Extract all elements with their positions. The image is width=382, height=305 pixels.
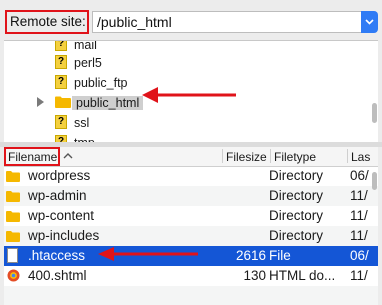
file-last-modified: 06/ [350, 248, 369, 263]
file-name: wp-content [28, 208, 95, 223]
file-last-modified: 11/ [350, 208, 368, 223]
globe-icon [7, 269, 20, 282]
file-size: 130 [243, 268, 266, 283]
column-header-filesize[interactable]: Filesize [226, 150, 267, 164]
file-row-wp-includes[interactable]: wp-includes Directory 11/ [4, 226, 378, 246]
unknown-folder-icon: ? [55, 55, 67, 69]
tree-item-label: perl5 [74, 56, 102, 70]
remote-site-path-input[interactable]: /public_html [92, 11, 362, 33]
file-type: Directory [269, 208, 324, 223]
file-list-header: Filename Filesize Filetype Las [4, 147, 378, 167]
tree-item-label: ssl [74, 116, 90, 130]
file-row-400-shtml[interactable]: 400.shtml 130 HTML do... 11/ [4, 266, 378, 286]
unknown-folder-icon: ? [55, 41, 67, 51]
sort-ascending-icon[interactable] [63, 153, 73, 159]
file-name: wordpress [28, 168, 91, 183]
file-icon [7, 248, 18, 263]
file-type: Directory [269, 188, 324, 203]
file-last-modified: 11/ [350, 268, 368, 283]
file-row-wp-content[interactable]: wp-content Directory 11/ [4, 206, 378, 226]
tree-item-ssl[interactable]: ? ssl [4, 113, 364, 133]
remote-directory-tree[interactable]: ? mail ? perl5 ? public_ftp public_html … [4, 40, 378, 143]
folder-icon [55, 96, 71, 108]
column-separator[interactable] [270, 149, 271, 163]
file-last-modified: 11/ [350, 188, 368, 203]
folder-icon [6, 171, 20, 182]
file-name: wp-admin [28, 188, 87, 203]
tree-item-public-html[interactable]: public_html [4, 93, 364, 113]
tree-item-public-ftp[interactable]: ? public_ftp [4, 73, 364, 93]
file-type: Directory [269, 168, 324, 183]
file-type: HTML do... [269, 268, 336, 283]
file-list-scrollbar[interactable] [372, 172, 377, 190]
column-separator[interactable] [347, 149, 348, 163]
file-name: wp-includes [28, 228, 100, 243]
remote-site-label: Remote site: [10, 14, 86, 29]
folder-icon [6, 211, 20, 222]
file-size: 2616 [235, 248, 266, 263]
chevron-down-icon [365, 19, 374, 25]
filename-header-highlight [4, 147, 60, 166]
file-last-modified: 11/ [350, 228, 368, 243]
column-separator[interactable] [222, 149, 223, 163]
unknown-folder-icon: ? [55, 75, 67, 89]
unknown-folder-icon: ? [55, 115, 67, 129]
file-type: Directory [269, 228, 324, 243]
file-name: 400.shtml [28, 268, 87, 283]
file-row-wordpress[interactable]: wordpress Directory 06/ [4, 166, 378, 186]
folder-icon [6, 191, 20, 202]
tree-item-label: mail [74, 40, 97, 52]
file-type: File [269, 248, 291, 263]
column-header-filetype[interactable]: Filetype [274, 150, 316, 164]
file-name: .htaccess [28, 248, 86, 263]
tree-item-perl5[interactable]: ? perl5 [4, 53, 364, 73]
folder-icon [6, 231, 20, 242]
remote-file-list[interactable]: Filename Filesize Filetype Las wordpress… [4, 147, 378, 305]
tree-scrollbar[interactable] [372, 103, 377, 123]
remote-site-bar: Remote site: /public_html [0, 0, 382, 40]
column-header-last-modified[interactable]: Las [351, 150, 370, 164]
file-row-partial[interactable] [4, 286, 378, 305]
tree-item-label: public_ftp [74, 76, 128, 90]
file-last-modified: 06/ [350, 168, 369, 183]
file-row-htaccess[interactable]: .htaccess 2616 File 06/ [4, 246, 378, 266]
remote-site-dropdown-button[interactable] [361, 11, 378, 33]
file-row-wp-admin[interactable]: wp-admin Directory 11/ [4, 186, 378, 206]
expand-arrow-icon[interactable] [37, 97, 44, 107]
tree-item-label: public_html [72, 96, 144, 110]
